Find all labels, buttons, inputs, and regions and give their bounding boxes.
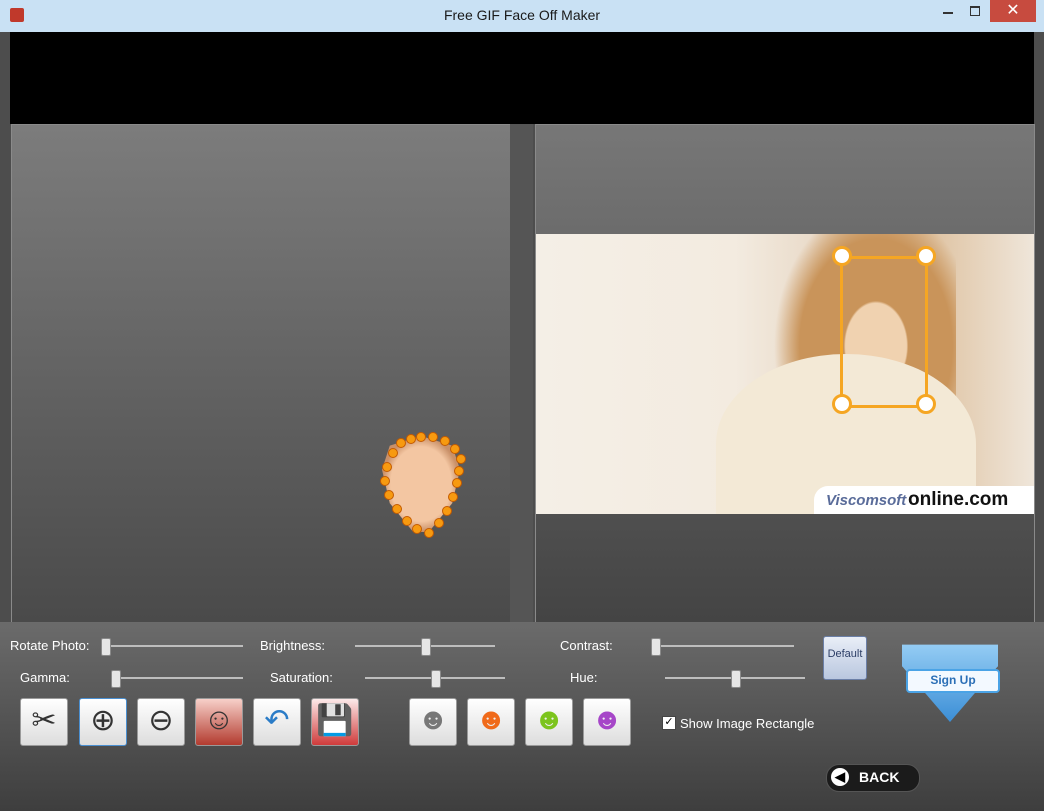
show-rect-checkbox[interactable]: ✓ xyxy=(662,716,676,730)
faces-button[interactable]: ☺ xyxy=(195,698,243,746)
zoom-out-button[interactable]: ⊖ xyxy=(137,698,185,746)
zoom-in-button[interactable]: ⊕ xyxy=(79,698,127,746)
saturation-slider[interactable] xyxy=(365,670,505,688)
slider-thumb[interactable] xyxy=(421,638,431,656)
back-label: BACK xyxy=(859,769,900,785)
face-purple-icon: ☻ xyxy=(591,703,623,736)
brightness-label: Brightness: xyxy=(260,638,326,653)
outline-point[interactable] xyxy=(388,448,398,458)
face-canvas[interactable] xyxy=(11,124,511,623)
outline-point[interactable] xyxy=(382,462,392,472)
hue-label: Hue: xyxy=(570,670,598,685)
outline-point[interactable] xyxy=(424,528,434,538)
rect-handle-bottom-left[interactable] xyxy=(832,394,852,414)
rect-handle-top-left[interactable] xyxy=(832,246,852,266)
signup-badge[interactable]: Sign Up xyxy=(902,636,1000,722)
outline-point[interactable] xyxy=(402,516,412,526)
back-arrow-icon: ◀ xyxy=(831,768,849,786)
hue-slider[interactable] xyxy=(665,670,805,688)
signup-button[interactable]: Sign Up xyxy=(906,669,1000,693)
slider-thumb[interactable] xyxy=(111,670,121,688)
outline-point[interactable] xyxy=(450,444,460,454)
zoom-out-icon: ⊖ xyxy=(148,704,174,737)
outline-point[interactable] xyxy=(434,518,444,528)
app-window: Free GIF Face Off Maker ✕ Viscomsoft onl… xyxy=(0,0,1044,811)
face-green-icon: ☻ xyxy=(533,703,565,736)
contrast-label: Contrast: xyxy=(560,638,613,653)
show-rect-label[interactable]: Show Image Rectangle xyxy=(680,716,814,731)
slider-thumb[interactable] xyxy=(101,638,111,656)
slider-thumb[interactable] xyxy=(731,670,741,688)
scissors-icon: ✂ xyxy=(31,704,57,737)
outline-point[interactable] xyxy=(384,490,394,500)
close-button[interactable]: ✕ xyxy=(990,0,1036,22)
outline-point[interactable] xyxy=(380,476,390,486)
saturation-label: Saturation: xyxy=(270,670,333,685)
outline-point[interactable] xyxy=(448,492,458,502)
minimize-button[interactable] xyxy=(935,0,961,22)
face-gray-icon: ☻ xyxy=(417,703,449,736)
maximize-button[interactable] xyxy=(962,0,988,22)
titlebar: Free GIF Face Off Maker ✕ xyxy=(0,0,1044,32)
slider-thumb[interactable] xyxy=(651,638,661,656)
undo-button[interactable]: ↶ xyxy=(253,698,301,746)
outline-point[interactable] xyxy=(396,438,406,448)
gamma-slider[interactable] xyxy=(111,670,243,688)
outline-point[interactable] xyxy=(456,454,466,464)
slider-track xyxy=(651,645,794,647)
rotate-label: Rotate Photo: xyxy=(10,638,90,653)
filter-green-button[interactable]: ☻ xyxy=(525,698,573,746)
watermark-logo: Viscomsoft online.com xyxy=(814,486,1034,514)
scissors-button[interactable]: ✂ xyxy=(20,698,68,746)
outline-point[interactable] xyxy=(416,432,426,442)
filter-gray-button[interactable]: ☻ xyxy=(409,698,457,746)
canvas-divider xyxy=(510,124,533,622)
filter-orange-button[interactable]: ☻ xyxy=(467,698,515,746)
faces-icon: ☺ xyxy=(203,703,235,736)
outline-point[interactable] xyxy=(442,506,452,516)
contrast-slider[interactable] xyxy=(651,638,794,656)
filter-purple-button[interactable]: ☻ xyxy=(583,698,631,746)
face-outline-points[interactable] xyxy=(378,432,468,540)
outline-point[interactable] xyxy=(412,524,422,534)
slider-thumb[interactable] xyxy=(431,670,441,688)
brightness-slider[interactable] xyxy=(355,638,495,656)
face-orange-icon: ☻ xyxy=(475,703,507,736)
slider-track xyxy=(111,677,243,679)
outline-point[interactable] xyxy=(392,504,402,514)
target-photo[interactable]: Viscomsoft online.com xyxy=(536,234,1034,514)
watermark-domain: online.com xyxy=(908,489,1009,510)
gamma-label: Gamma: xyxy=(20,670,70,685)
outline-point[interactable] xyxy=(440,436,450,446)
outline-point[interactable] xyxy=(452,478,462,488)
rect-handle-top-right[interactable] xyxy=(916,246,936,266)
preview-band xyxy=(10,32,1034,124)
rotate-slider[interactable] xyxy=(101,638,243,656)
back-button[interactable]: ◀ BACK xyxy=(826,764,920,792)
watermark-brand: Viscomsoft xyxy=(826,492,907,509)
face-selection-rectangle[interactable] xyxy=(840,256,928,408)
outline-point[interactable] xyxy=(406,434,416,444)
zoom-in-icon: ⊕ xyxy=(90,704,116,737)
default-button[interactable]: Default xyxy=(823,636,867,680)
outline-point[interactable] xyxy=(454,466,464,476)
save-button[interactable]: 💾 xyxy=(311,698,359,746)
window-title: Free GIF Face Off Maker xyxy=(443,7,601,23)
slider-track xyxy=(101,645,243,647)
rect-handle-bottom-right[interactable] xyxy=(916,394,936,414)
photo-canvas[interactable]: Viscomsoft online.com xyxy=(535,124,1035,623)
save-icon: 💾 xyxy=(316,704,354,737)
undo-icon: ↶ xyxy=(264,704,290,737)
outline-point[interactable] xyxy=(428,432,438,442)
